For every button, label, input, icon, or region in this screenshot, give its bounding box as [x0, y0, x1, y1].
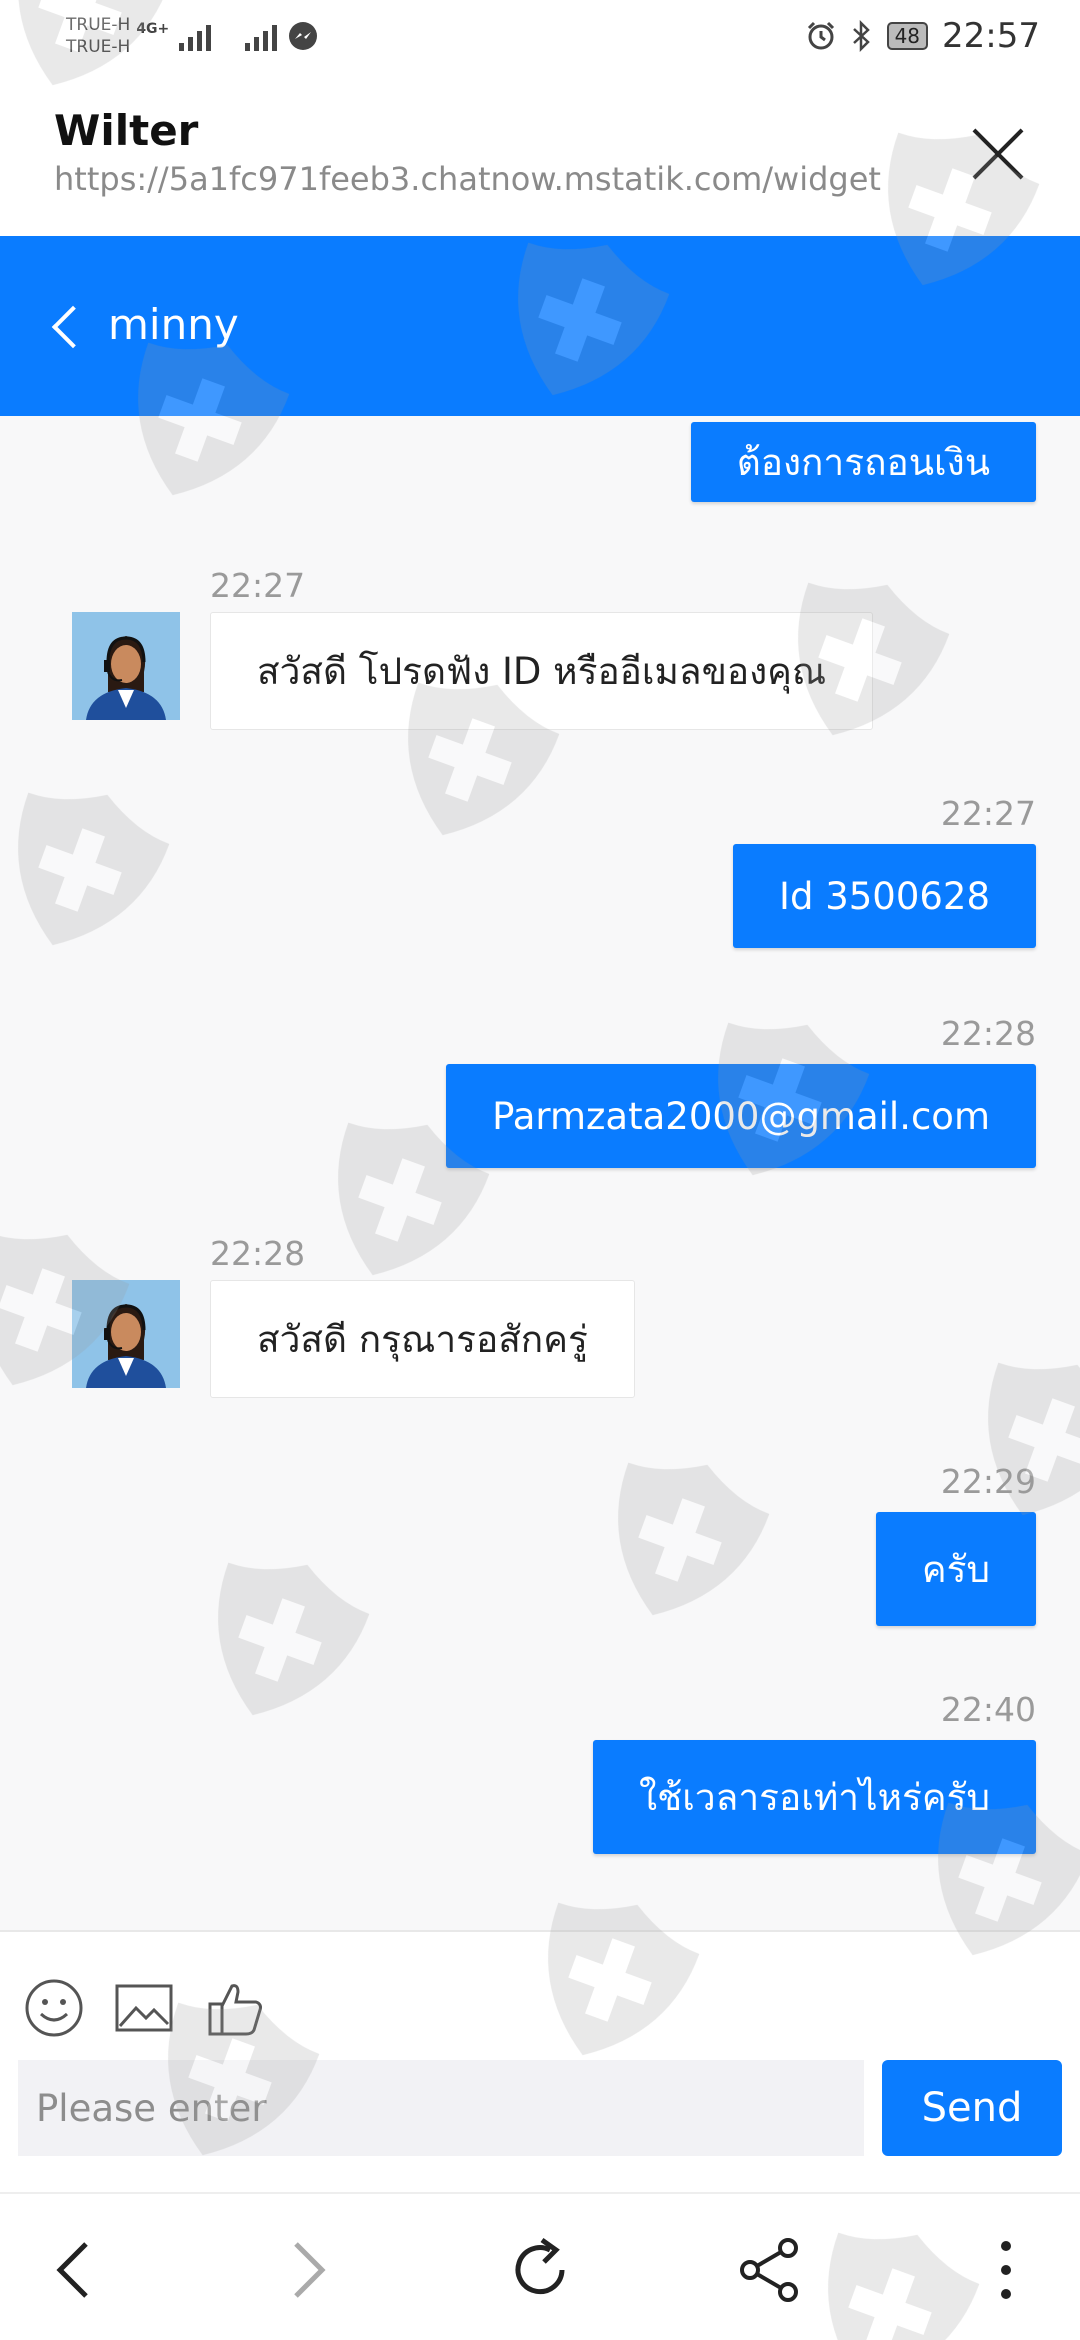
- carrier-2: TRUE-H: [66, 37, 131, 57]
- close-button[interactable]: [970, 126, 1026, 182]
- message-time: 22:28: [940, 1014, 1036, 1053]
- refresh-icon[interactable]: [500, 2230, 580, 2310]
- status-right: 48 22:57: [805, 16, 1040, 56]
- network-type: 4G+: [136, 21, 170, 37]
- message-time: 22:29: [940, 1462, 1036, 1501]
- carrier-1: TRUE-H: [66, 15, 131, 35]
- chevron-left-icon[interactable]: [36, 2230, 116, 2310]
- image-icon[interactable]: [112, 1976, 176, 2040]
- status-bar: TRUE-H TRUE-H 4G+ 48 22:57: [0, 0, 1080, 72]
- message-bubble-outgoing: Id 3500628: [733, 844, 1036, 948]
- composer: Send: [0, 1930, 1080, 2192]
- agent-avatar: [72, 612, 180, 720]
- message-input[interactable]: [18, 2060, 864, 2156]
- thumbs-up-icon[interactable]: [204, 1976, 268, 2040]
- messenger-icon: [289, 22, 318, 50]
- signal-icon-2: [245, 21, 278, 51]
- message-bubble-incoming: สวัสดี โปรดฟัง ID หรืออีเมลของคุณ: [210, 612, 874, 730]
- clock: 22:57: [942, 16, 1040, 56]
- message-list[interactable]: ต้องการถอนเงิน 22:27 สวัสดี โปรดฟัง ID ห…: [0, 416, 1080, 1930]
- message-bubble-outgoing: ต้องการถอนเงิน: [690, 422, 1036, 502]
- message-time: 22:40: [940, 1690, 1036, 1729]
- message-time: 22:28: [210, 1234, 306, 1273]
- message-bubble-outgoing: Parmzata2000@gmail.com: [446, 1064, 1036, 1168]
- agent-name: minny: [108, 300, 239, 349]
- browser-navigation: [0, 2192, 1080, 2340]
- page-title: Wilter: [54, 106, 199, 155]
- chevron-right-icon[interactable]: [266, 2230, 346, 2310]
- battery-indicator: 48: [886, 22, 929, 50]
- share-icon[interactable]: [730, 2230, 810, 2310]
- chat-header: minny: [0, 236, 1080, 416]
- agent-avatar: [72, 1280, 180, 1388]
- back-button[interactable]: [50, 306, 80, 350]
- status-left: TRUE-H TRUE-H 4G+: [66, 14, 319, 58]
- message-bubble-incoming: สวัสดี กรุณารอสักครู่: [210, 1280, 635, 1398]
- carrier-labels: TRUE-H TRUE-H: [66, 14, 130, 58]
- more-vertical-icon[interactable]: [966, 2230, 1046, 2310]
- message-time: 22:27: [940, 794, 1036, 833]
- alarm-icon: [807, 21, 834, 50]
- page-url: https://5a1fc971feeb3.chatnow.mstatik.co…: [54, 160, 881, 198]
- browser-header: Wilter https://5a1fc971feeb3.chatnow.mst…: [0, 72, 1080, 236]
- message-bubble-outgoing: ครับ: [875, 1512, 1036, 1626]
- message-time: 22:27: [210, 566, 306, 605]
- send-button[interactable]: Send: [882, 2060, 1062, 2156]
- emoji-icon[interactable]: [22, 1976, 86, 2040]
- message-bubble-outgoing: ใช้เวลารอเท่าไหร่ครับ: [593, 1740, 1036, 1854]
- signal-icon: [179, 21, 212, 51]
- bluetooth-icon: [852, 20, 870, 52]
